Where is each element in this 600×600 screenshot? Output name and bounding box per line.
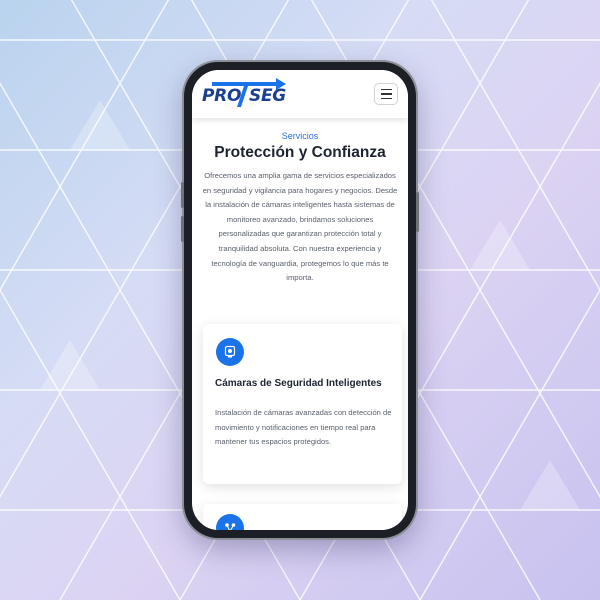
logo-text-right: SEG xyxy=(249,86,286,106)
logo-text-left: PRO xyxy=(202,86,242,106)
volume-down-button xyxy=(181,216,184,242)
services-section: Servicios Protección y Confianza Ofrecem… xyxy=(192,118,408,530)
hamburger-menu-icon xyxy=(380,88,392,91)
section-intro: Ofrecemos una amplia gama de servicios e… xyxy=(202,171,398,283)
network-icon xyxy=(216,514,244,530)
menu-button[interactable] xyxy=(374,83,398,105)
power-button xyxy=(416,192,419,232)
camera-icon xyxy=(216,338,244,366)
service-card-title: Cámaras de Seguridad Inteligentes xyxy=(215,378,382,389)
phone-screen: PRO SEG Servicios Protección y Confianza… xyxy=(192,70,408,530)
service-card-text: Instalación de cámaras avanzadas con det… xyxy=(215,408,392,447)
site-header: PRO SEG xyxy=(192,70,408,118)
phone-mockup: PRO SEG Servicios Protección y Confianza… xyxy=(181,62,419,538)
section-title: Protección y Confianza xyxy=(214,144,386,161)
volume-up-button xyxy=(181,182,184,208)
section-eyebrow: Servicios xyxy=(281,131,319,141)
service-card-network[interactable] xyxy=(203,504,402,530)
service-card-cameras[interactable]: Cámaras de Seguridad Inteligentes Instal… xyxy=(203,324,402,484)
brand-logo[interactable]: PRO SEG xyxy=(198,77,288,111)
